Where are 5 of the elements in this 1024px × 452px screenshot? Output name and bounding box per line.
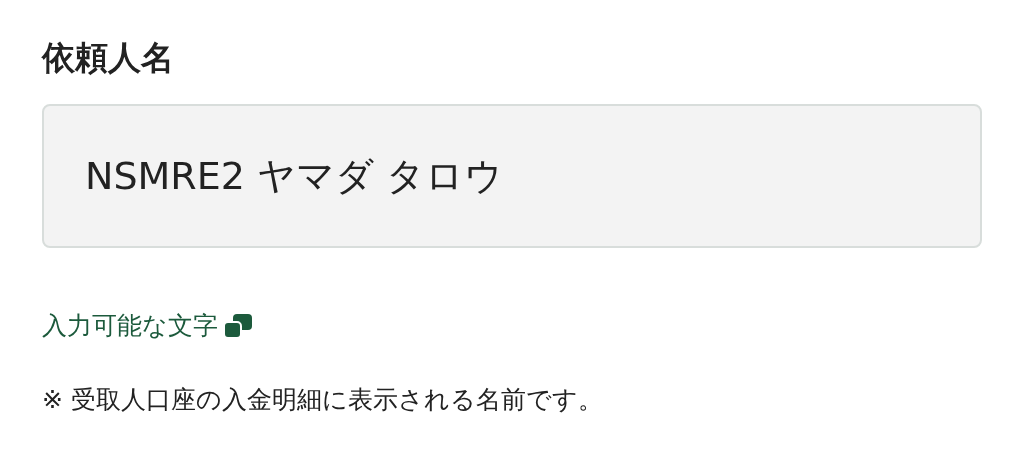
note-text: ※ 受取人口座の入金明細に表示される名前です。 xyxy=(42,384,604,416)
field-label: 依頼人名 xyxy=(42,37,175,79)
copy-icon xyxy=(224,314,252,338)
allowed-characters-link[interactable]: 入力可能な文字 xyxy=(42,310,218,342)
input-field[interactable]: NSMRE2 ヤマダ タロウ xyxy=(42,104,982,248)
